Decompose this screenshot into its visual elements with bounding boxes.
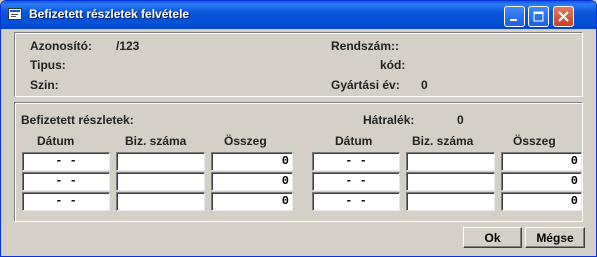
payments-section-label: Befizetett részletek: <box>21 113 134 127</box>
col-header-biz-szama-left: Biz. száma <box>125 134 187 148</box>
col-header-datum-left: Dátum <box>37 134 75 148</box>
date-field-right-1[interactable]: - - <box>312 152 400 171</box>
cancel-button[interactable]: Mégse <box>525 227 585 248</box>
date-field-right-2[interactable]: - - <box>312 172 400 191</box>
hatralek-value: 0 <box>457 113 464 127</box>
amount-field-right-1[interactable]: 0 <box>501 152 582 171</box>
col-header-osszeg-left: Összeg <box>224 134 267 148</box>
kod-label: kód: <box>380 58 406 72</box>
doc-number-field-left-3[interactable] <box>116 192 205 211</box>
maximize-button[interactable] <box>528 6 549 27</box>
close-icon <box>558 11 569 22</box>
col-header-datum-right: Dátum <box>335 134 373 148</box>
close-button[interactable] <box>553 6 574 27</box>
amount-field-right-2[interactable]: 0 <box>501 172 582 191</box>
ok-button[interactable]: Ok <box>463 227 522 248</box>
date-field-left-3[interactable]: - - <box>22 192 110 211</box>
doc-number-field-right-2[interactable] <box>406 172 495 191</box>
amount-field-left-2[interactable]: 0 <box>211 172 293 191</box>
amount-field-left-1[interactable]: 0 <box>211 152 293 171</box>
doc-number-field-left-2[interactable] <box>116 172 205 191</box>
window-title: Befizetett részletek felvétele <box>29 7 190 21</box>
date-field-left-1[interactable]: - - <box>22 152 110 171</box>
amount-field-right-3[interactable]: 0 <box>501 192 582 211</box>
form-window-icon <box>8 8 22 20</box>
doc-number-field-left-1[interactable] <box>116 152 205 171</box>
date-field-right-3[interactable]: - - <box>312 192 400 211</box>
hatralek-label: Hátralék: <box>363 113 415 127</box>
gyartasi-ev-value: 0 <box>421 78 428 92</box>
tipus-label: Tipus: <box>30 58 66 72</box>
doc-number-field-right-3[interactable] <box>406 192 495 211</box>
rendszam-label: Rendszám:: <box>331 39 400 53</box>
szin-label: Szin: <box>30 78 59 92</box>
amount-field-left-3[interactable]: 0 <box>211 192 293 211</box>
date-field-left-2[interactable]: - - <box>22 172 110 191</box>
doc-number-field-right-1[interactable] <box>406 152 495 171</box>
maximize-icon <box>533 11 544 22</box>
title-bar[interactable]: Befizetett részletek felvétele <box>1 1 596 29</box>
minimize-icon <box>510 19 517 21</box>
col-header-biz-szama-right: Biz. száma <box>412 134 474 148</box>
minimize-button[interactable] <box>504 6 525 27</box>
vehicle-info-panel <box>14 32 583 97</box>
azonosito-value: /123 <box>116 39 140 53</box>
dialog-window: Befizetett részletek felvétele Azonosító… <box>0 0 597 257</box>
col-header-osszeg-right: Összeg <box>513 134 556 148</box>
azonosito-label: Azonosító: <box>30 39 92 53</box>
gyartasi-ev-label: Gyártási év: <box>331 78 400 92</box>
